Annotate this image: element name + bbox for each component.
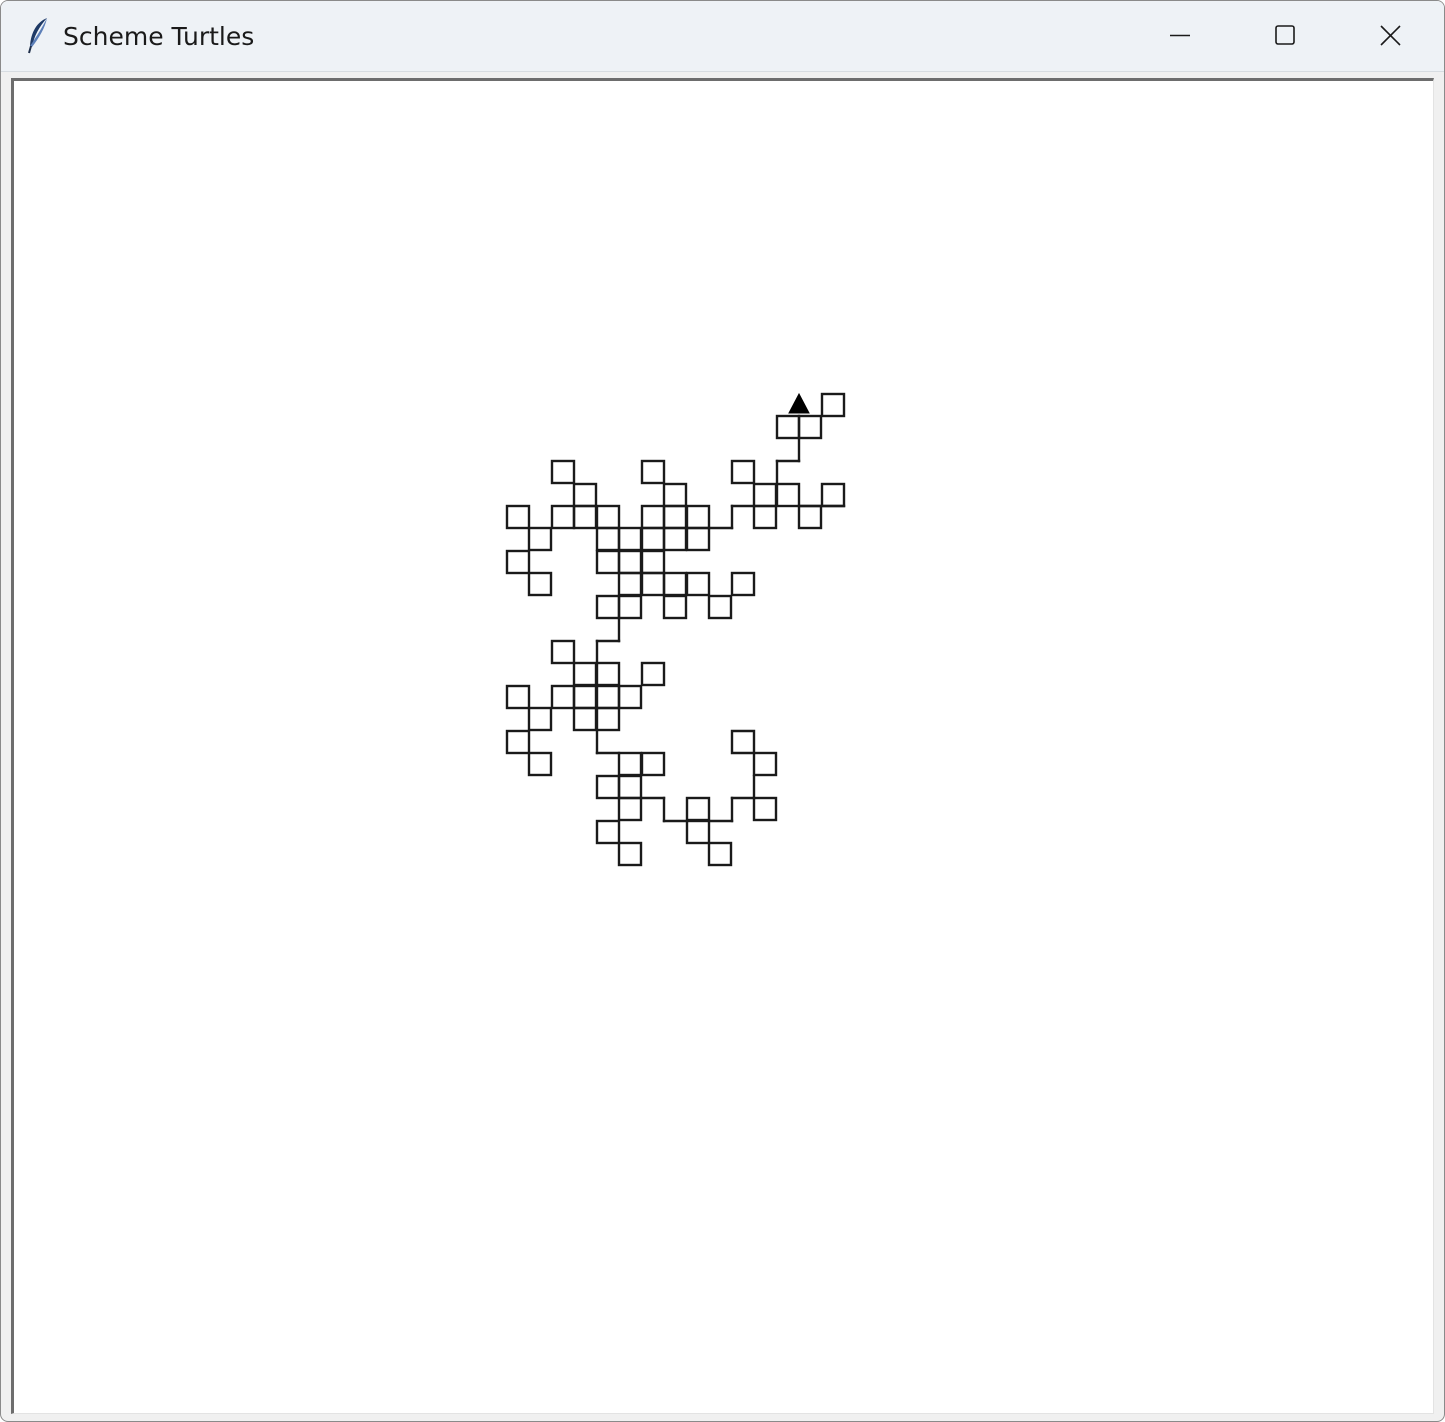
cell [527,571,553,597]
cell [820,482,846,508]
cell [595,819,621,845]
minimize-button[interactable] [1128,1,1232,71]
maximize-icon [1275,25,1295,45]
turtle-canvas-frame [11,78,1434,1414]
cell [617,526,643,552]
cell [685,526,711,552]
feather-icon [28,18,47,54]
cell [572,706,598,732]
cell [505,504,531,530]
cell [505,549,531,575]
cell [685,571,711,597]
cell [752,796,778,822]
cell [595,684,621,710]
app-window: Scheme Turtles [0,0,1445,1422]
cell [572,504,598,530]
cell [640,751,666,777]
minimize-icon [1170,34,1190,37]
cell [640,504,666,530]
segment [730,729,756,755]
cell [797,414,823,440]
cell [685,819,711,845]
window-title: Scheme Turtles [63,22,255,51]
cell [595,706,621,732]
title-bar[interactable]: Scheme Turtles [1,1,1444,72]
cell [730,571,756,597]
cell [595,504,621,530]
cell [550,684,576,710]
cell [617,571,643,597]
cell [775,414,801,440]
cell [527,526,553,552]
cell [617,796,643,822]
cell [662,526,688,552]
cell [640,661,666,687]
cell [662,594,688,620]
cell [617,549,643,575]
cell [527,706,553,732]
cell [505,684,531,710]
cell [572,684,598,710]
cell [550,504,576,530]
cell [550,459,576,485]
cell [617,751,643,777]
cell [617,774,643,800]
cell [617,841,643,867]
cell [752,751,778,777]
cell [752,504,778,530]
turtle-cursor [788,392,810,414]
cell [595,549,621,575]
cell [797,504,823,530]
maximize-button[interactable] [1233,1,1337,71]
cell [640,549,666,575]
close-button[interactable] [1338,1,1442,71]
cell [662,504,688,530]
cell [572,482,598,508]
close-icon [1380,25,1401,46]
cell [730,459,756,485]
turtle-drawing [505,392,846,867]
cell [640,571,666,597]
cell [595,774,621,800]
cell [640,459,666,485]
cell [820,392,846,418]
cell [707,594,733,620]
cell [640,526,666,552]
turtle-canvas[interactable] [14,81,1433,1413]
cell [595,526,621,552]
cell [572,661,598,687]
cell [685,796,711,822]
cell [775,482,801,508]
cell [685,504,711,530]
cell [595,661,621,687]
cell [595,594,621,620]
cell [662,571,688,597]
cell [752,482,778,508]
cell [617,684,643,710]
cell [662,482,688,508]
cell [505,729,531,755]
cell [550,639,576,665]
cell [617,594,643,620]
cell [707,841,733,867]
cell [527,751,553,777]
